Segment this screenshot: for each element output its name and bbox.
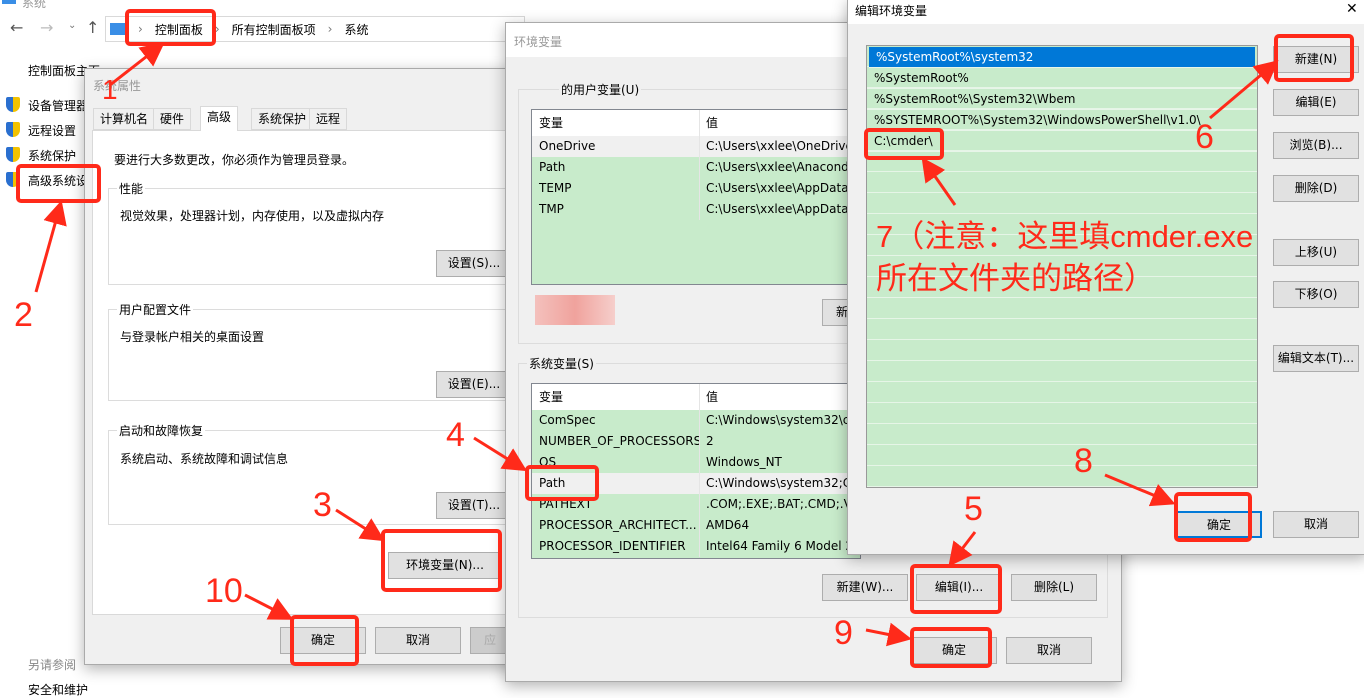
- step-label: 4: [446, 416, 465, 454]
- arrow: [865, 622, 912, 647]
- highlight-box: [125, 9, 216, 46]
- arrow: [34, 200, 67, 293]
- highlight-box: [864, 128, 944, 160]
- arrow: [948, 531, 977, 567]
- arrow: [1209, 60, 1279, 120]
- note-label: 7（注意：这里填cmder.exe所在文件夹的路径）: [876, 219, 1254, 296]
- step-label: 5: [964, 490, 983, 528]
- arrow: [335, 508, 386, 542]
- step-label: 6: [1195, 118, 1214, 156]
- highlight-box: [910, 627, 992, 668]
- arrow: [921, 157, 957, 206]
- highlight-box: [525, 465, 599, 501]
- highlight-box: [1174, 492, 1252, 542]
- highlight-box: [290, 615, 359, 666]
- highlight-box: [381, 529, 502, 592]
- highlight-box: [16, 164, 101, 203]
- step-label: 8: [1074, 442, 1093, 480]
- step-label: 3: [313, 486, 332, 524]
- highlight-box: [1274, 34, 1354, 82]
- step-label: 2: [14, 296, 33, 334]
- highlight-box: [910, 564, 1002, 614]
- step-label: 10: [205, 572, 243, 610]
- arrow: [473, 436, 528, 472]
- arrow: [244, 593, 294, 620]
- step-label: 9: [834, 614, 853, 652]
- step-label: 1: [102, 74, 118, 105]
- arrow: [1104, 473, 1176, 507]
